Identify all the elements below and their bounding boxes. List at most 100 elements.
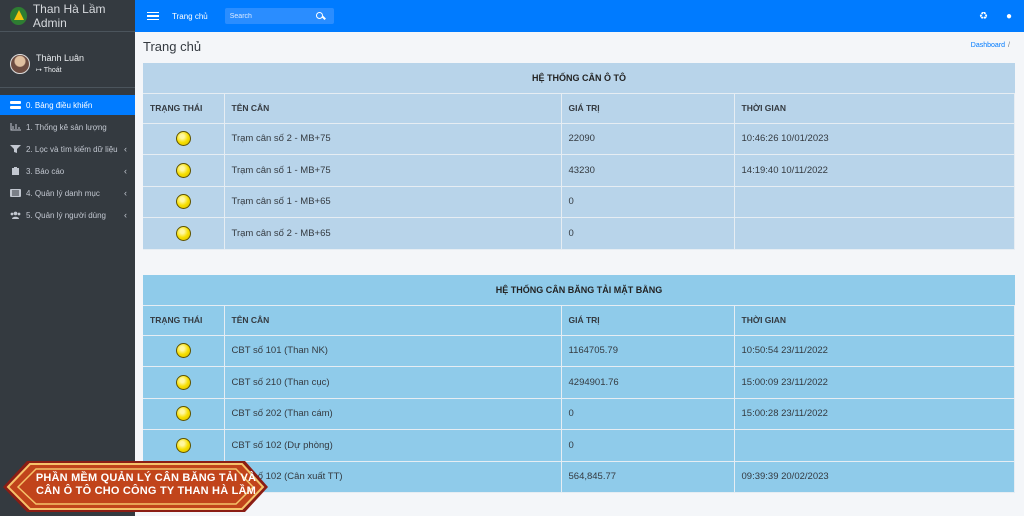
status-cell — [143, 123, 225, 155]
scale-name: CBT số 102 (Dự phòng) — [224, 429, 562, 462]
table-row[interactable]: Trạm cân số 2 - MB+65 0 — [143, 217, 1015, 250]
status-light-icon — [175, 406, 191, 422]
scale-time: 10:46:26 10/01/2023 — [734, 123, 1015, 155]
scale-name: CBT số 202 (Than cám) — [224, 398, 562, 430]
sidebar-item-dashboard[interactable]: 0. Bảng điều khiển — [0, 95, 135, 115]
column-value: GIÁ TRỊ — [561, 94, 735, 124]
scale-name: Trạm cân số 2 - MB+65 — [224, 217, 562, 250]
status-light-icon — [175, 162, 191, 178]
column-status: TRẠNG THÁI — [143, 306, 225, 336]
column-status: TRẠNG THÁI — [143, 94, 225, 124]
search-input[interactable] — [229, 12, 315, 20]
breadcrumb-separator: / — [1008, 42, 1010, 49]
chart-icon — [10, 123, 21, 131]
recycle-icon[interactable]: ♻ — [979, 11, 988, 22]
table-row[interactable]: CBT số 210 (Than cục) 4294901.76 15:00:09 … — [143, 366, 1015, 399]
sidebar-item-label: 5. Quản lý người dùng — [26, 210, 106, 220]
menu-toggle-icon[interactable] — [147, 10, 159, 23]
sidebar: Than Hà Lầm Admin Thành Luân ↦ Thoát 0. … — [0, 0, 135, 516]
sidebar-menu: 0. Bảng điều khiển 1. Thống kê sản lượng… — [0, 95, 135, 225]
scale-value: 1164705.79 — [561, 335, 735, 367]
status-cell — [143, 429, 225, 462]
promo-banner: PHẦN MỀM QUẢN LÝ CÂN BĂNG TẢI VÀ CÂN Ô T… — [0, 458, 270, 515]
user-panel: Thành Luân ↦ Thoát — [0, 40, 135, 88]
banner-text: PHẦN MỀM QUẢN LÝ CÂN BĂNG TẢI VÀ CÂN Ô T… — [35, 472, 257, 497]
status-cell — [143, 398, 225, 430]
scale-name: Trạm cân số 1 - MB+65 — [224, 186, 562, 218]
scale-time: 14:19:40 10/11/2022 — [734, 154, 1015, 187]
scale-value: 0 — [561, 186, 735, 218]
scale-name: Trạm cân số 1 - MB+75 — [224, 154, 562, 187]
table-row[interactable]: CBT số 102 (Dự phòng) 0 — [143, 429, 1015, 462]
scale-name: CBT số 102 (Cân xuất TT) — [224, 461, 562, 493]
status-cell — [143, 335, 225, 367]
scale-time — [734, 186, 1015, 218]
truck-scale-table: TRẠNG THÁI TÊN CÂN GIÁ TRỊ THỜI GIAN Trạ… — [143, 94, 1015, 250]
logo-icon — [10, 6, 27, 25]
dashboard-icon — [10, 101, 21, 109]
table-row[interactable]: Trạm cân số 1 - MB+65 0 — [143, 186, 1015, 218]
user-name[interactable]: Thành Luân — [36, 53, 84, 63]
scale-time — [734, 429, 1015, 462]
scale-time: 15:00:09 23/11/2022 — [734, 366, 1015, 399]
sidebar-item-filter-search[interactable]: 2. Lọc và tìm kiếm dữ liệu ‹ — [0, 139, 135, 159]
belt-scale-panel: HỆ THỐNG CÂN BĂNG TẢI MẶT BẰNG TRẠNG THÁ… — [143, 275, 1015, 493]
breadcrumb-home[interactable]: Dashboard — [971, 42, 1005, 49]
sidebar-item-label: 0. Bảng điều khiển — [26, 100, 93, 110]
column-name: TÊN CÂN — [224, 306, 562, 336]
scale-value: 43230 — [561, 154, 735, 187]
column-time: THỜI GIAN — [734, 94, 1015, 124]
status-light-icon — [175, 437, 191, 453]
status-light-icon — [175, 194, 191, 210]
scale-value: 0 — [561, 429, 735, 462]
panel-title: HỆ THỐNG CÂN Ô TÔ — [143, 63, 1015, 94]
column-name: TÊN CÂN — [224, 94, 562, 124]
users-icon — [10, 211, 21, 219]
status-light-icon — [175, 225, 191, 241]
breadcrumb[interactable]: Dashboard / — [971, 42, 1010, 49]
panel-title: HỆ THỐNG CÂN BĂNG TẢI MẶT BẰNG — [143, 275, 1015, 306]
brand-title: Than Hà Lầm Admin — [32, 1, 106, 30]
sidebar-item-reports[interactable]: 3. Báo cáo ‹ — [0, 161, 135, 181]
sidebar-item-users[interactable]: 5. Quản lý người dùng ‹ — [0, 205, 135, 225]
scale-time: 15:00:28 23/11/2022 — [734, 398, 1015, 430]
table-row[interactable]: CBT số 101 (Than NK) 1164705.79 10:50:54 2… — [143, 335, 1015, 367]
scale-value: 0 — [561, 217, 735, 250]
home-link[interactable]: Trang chủ — [172, 12, 208, 21]
list-icon — [10, 189, 21, 197]
page-title: Trang chủ — [143, 39, 202, 54]
belt-scale-table: TRẠNG THÁI TÊN CÂN GIÁ TRỊ THỜI GIAN CBT… — [143, 306, 1015, 493]
top-navbar: Trang chủ ♻ ● — [135, 0, 1024, 32]
table-row[interactable]: CBT số 102 (Cân xuất TT) 564,845.77 09:39:… — [143, 461, 1015, 493]
scale-value: 4294901.76 — [561, 366, 735, 399]
scale-value: 0 — [561, 398, 735, 430]
chevron-left-icon: ‹ — [124, 188, 127, 198]
user-icon[interactable]: ● — [1006, 11, 1012, 22]
main-content: Trang chủ Dashboard / HỆ THỐNG CÂN Ô TÔ T… — [135, 32, 1024, 516]
status-cell — [143, 186, 225, 218]
status-cell — [143, 154, 225, 187]
table-row[interactable]: CBT số 202 (Than cám) 0 15:00:28 23/11/202… — [143, 398, 1015, 430]
search-box — [224, 8, 334, 24]
scale-time — [734, 217, 1015, 250]
filter-icon — [10, 145, 21, 153]
scale-time: 10:50:54 23/11/2022 — [734, 335, 1015, 367]
search-icon[interactable] — [315, 11, 325, 21]
sidebar-item-catalog[interactable]: 4. Quản lý danh mục ‹ — [0, 183, 135, 203]
sidebar-item-label: 3. Báo cáo — [26, 166, 65, 176]
table-row[interactable]: Trạm cân số 1 - MB+75 43230 14:19:40 10/11… — [143, 154, 1015, 187]
clipboard-icon — [12, 167, 19, 175]
chevron-left-icon: ‹ — [124, 166, 127, 176]
table-row[interactable]: Trạm cân số 2 - MB+75 22090 10:46:26 10/01… — [143, 123, 1015, 155]
scale-name: Trạm cân số 2 - MB+75 — [224, 123, 562, 155]
scale-name: CBT số 101 (Than NK) — [224, 335, 562, 367]
sidebar-item-production-stats[interactable]: 1. Thống kê sản lượng — [0, 117, 135, 137]
column-time: THỜI GIAN — [734, 306, 1015, 336]
chevron-left-icon: ‹ — [124, 144, 127, 154]
truck-scale-panel: HỆ THỐNG CÂN Ô TÔ TRẠNG THÁI TÊN CÂN GIÁ… — [143, 63, 1015, 250]
status-light-icon — [175, 343, 191, 359]
scale-time: 09:39:39 20/02/2023 — [734, 461, 1015, 493]
avatar[interactable] — [10, 53, 30, 74]
brand[interactable]: Than Hà Lầm Admin — [0, 0, 135, 32]
logout-link[interactable]: ↦ Thoát — [36, 66, 84, 74]
